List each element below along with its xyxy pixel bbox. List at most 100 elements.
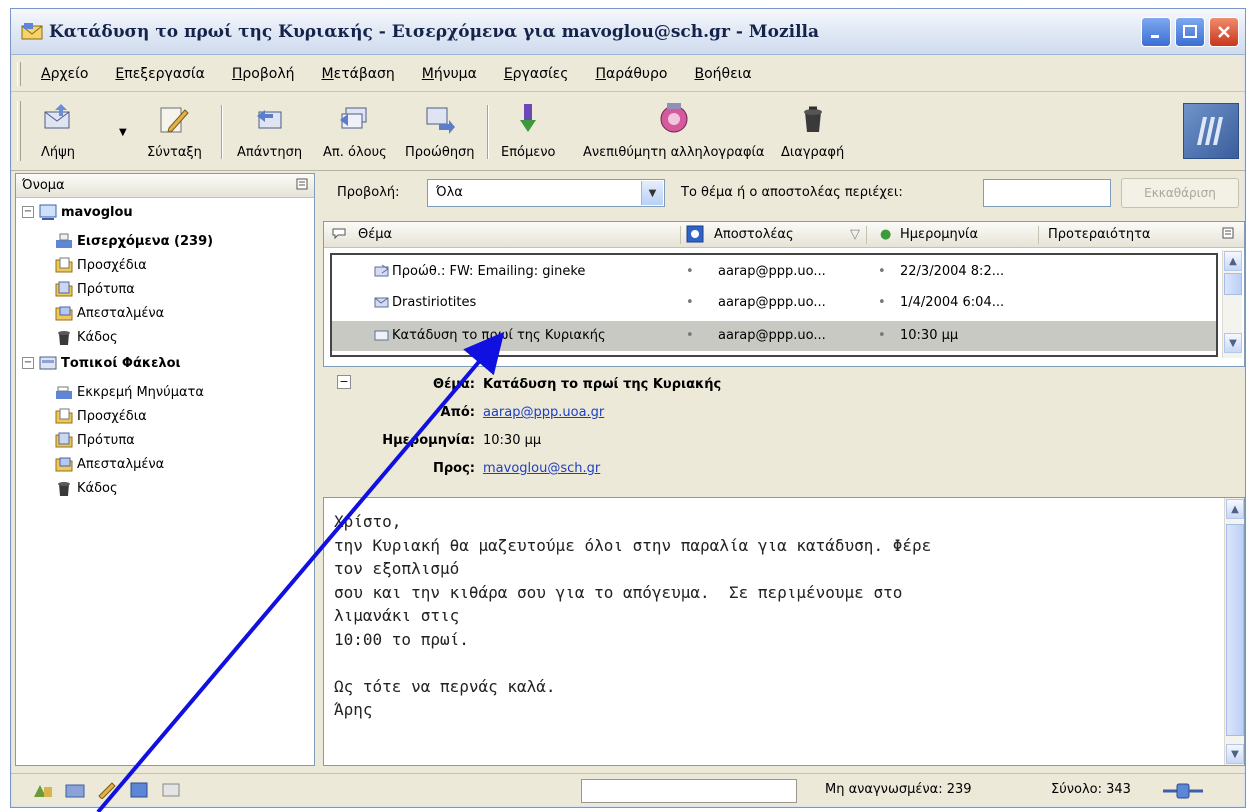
folder-column-header[interactable]: Όνομα [16,174,314,198]
delete-button[interactable]: Διαγραφή [781,99,844,160]
next-button[interactable]: Επόμενο [501,99,556,160]
folder-trash[interactable]: Κάδος [54,325,118,349]
mozilla-throbber[interactable] [1183,103,1239,159]
header-to-row: Προς: mavoglou@sch.gr [323,461,600,476]
mail-status-icon[interactable] [63,780,87,800]
toolbar-grip[interactable] [17,101,21,161]
mail-app-icon [21,21,43,43]
navigator-icon[interactable] [31,780,55,800]
folder-drafts[interactable]: Προσχέδια [54,253,147,277]
reply-all-button[interactable]: Απ. όλους [323,99,387,160]
mail-icon [374,295,390,313]
menu-file[interactable]: Αρχείο [41,66,88,82]
thread-column-icon[interactable] [332,227,346,243]
forward-button[interactable]: Προώθηση [405,99,475,160]
get-mail-button[interactable]: Λήψη [41,99,75,160]
clear-button[interactable]: Εκκαθάριση [1121,178,1239,208]
message-list-header: Θέμα Αποστολέας ▽ ● Ημερομηνία Προτεραιό… [324,222,1244,248]
tree-account-mavoglou[interactable]: − mavoglou [22,200,133,224]
menu-go[interactable]: Μετάβαση [322,66,395,82]
address-book-icon[interactable] [127,780,151,800]
maximize-button[interactable] [1175,17,1205,47]
minimize-button[interactable] [1141,17,1171,47]
get-mail-dropdown[interactable]: ▼ [119,127,127,138]
scroll-down-icon[interactable]: ▼ [1226,744,1244,764]
to-link[interactable]: mavoglou@sch.gr [483,461,600,476]
scroll-down-icon[interactable]: ▼ [1224,333,1242,353]
folder-local-templates[interactable]: Πρότυπα [54,428,135,452]
column-subject[interactable]: Θέμα [358,227,392,242]
compose-button[interactable]: Σύνταξη [147,99,202,160]
menu-edit[interactable]: Επεξεργασία [115,66,204,82]
menu-grip[interactable] [17,62,21,86]
folder-local-trash[interactable]: Κάδος [54,476,118,500]
folder-inbox[interactable]: Εισερχόμενα (239) [54,229,213,253]
menu-window[interactable]: Παράθυρο [595,66,667,82]
message-body-pane[interactable]: Χρίστο, την Κυριακή θα μαζευτούμε όλοι σ… [323,497,1245,766]
toolbar-separator [487,105,489,159]
forward-icon [423,99,457,139]
folder-local-sent[interactable]: Απεσταλμένα [54,452,164,476]
collapse-toggle-icon[interactable]: − [22,357,34,369]
column-date[interactable]: Ημερομηνία [900,227,978,242]
title-bar[interactable]: Κατάδυση το πρωί της Κυριακής - Εισερχόμ… [11,9,1245,55]
column-picker-icon[interactable] [296,178,308,194]
composer-icon[interactable] [95,780,119,800]
drafts-icon [54,256,74,274]
message-row[interactable]: Προώθ.: FW: Emailing: gineke • aarap@ppp… [332,257,1216,287]
drafts-icon [54,407,74,425]
scroll-thumb[interactable] [1226,524,1244,736]
message-header-pane: − Θέμα: Κατάδυση το πρωί της Κυριακής Απ… [323,371,1245,495]
folder-templates[interactable]: Πρότυπα [54,277,135,301]
menu-view[interactable]: Προβολή [232,66,295,82]
flag-status-dot: • [878,328,886,343]
search-input[interactable] [983,179,1111,207]
outbox-icon [54,383,74,401]
folder-header-label: Όνομα [22,178,65,193]
forwarded-mail-icon [374,264,390,282]
from-link[interactable]: aarap@ppp.uoa.gr [483,405,604,420]
message-row-selected[interactable]: Κατάδυση το πρωί της Κυριακής • aarap@pp… [332,321,1216,351]
folder-label: Εκκρεμή Μηνύματα [77,384,204,400]
message-body-scrollbar[interactable]: ▲ ▼ [1224,498,1244,765]
trash-icon [54,328,74,346]
folder-local-drafts[interactable]: Προσχέδια [54,404,147,428]
inbox-icon [54,232,74,250]
flag-status-dot: • [878,264,886,279]
message-list-scrollbar[interactable]: ▲ ▼ [1222,250,1242,358]
folder-pane: Όνομα − mavoglou Εισερχόμενα (239) Προσχ… [15,173,315,766]
from-label: Από: [440,405,475,420]
menu-tasks[interactable]: Εργασίες [504,66,569,82]
column-sender[interactable]: Αποστολέας [714,227,794,242]
junk-icon [657,99,691,139]
irc-chat-icon[interactable] [159,780,183,800]
reply-button[interactable]: Απάντηση [237,99,302,160]
flag-column-icon[interactable]: ● [880,227,891,242]
menu-message[interactable]: Μήνυμα [422,66,477,82]
collapse-toggle-icon[interactable]: − [22,206,34,218]
tree-local-folders[interactable]: − Τοπικοί Φάκελοι [22,351,181,375]
scroll-up-icon[interactable]: ▲ [1226,499,1244,519]
status-progress-field [581,779,797,803]
folder-sent[interactable]: Απεσταλμένα [54,301,164,325]
message-body-text: Χρίστο, την Κυριακή θα μαζευτούμε όλοι σ… [334,512,932,719]
junk-status-column-icon[interactable]: ▽ [850,227,860,242]
close-button[interactable] [1209,17,1239,47]
scroll-thumb[interactable] [1224,273,1242,295]
column-priority[interactable]: Προτεραιότητα [1048,227,1150,242]
view-select[interactable]: Όλα ▼ [427,179,665,207]
column-picker-icon[interactable] [1222,227,1234,243]
chevron-down-icon[interactable]: ▼ [641,181,663,205]
read-status-column-icon[interactable] [686,225,704,247]
scroll-up-icon[interactable]: ▲ [1224,251,1242,271]
message-row[interactable]: Drastiriotites • aarap@ppp.uo... • 1/4/2… [332,288,1216,318]
account-icon [38,203,58,221]
sent-icon [54,304,74,322]
view-select-value: Όλα [436,185,463,200]
folder-outbox[interactable]: Εκκρεμή Μηνύματα [54,380,204,404]
unread-count: Μη αναγνωσμένα: 239 [825,782,972,797]
reply-all-label: Απ. όλους [323,145,387,160]
junk-button[interactable]: Ανεπιθύμητη αλληλογραφία [583,99,765,160]
menu-help[interactable]: Βοήθεια [694,66,751,82]
online-status-icon[interactable] [1161,781,1205,801]
